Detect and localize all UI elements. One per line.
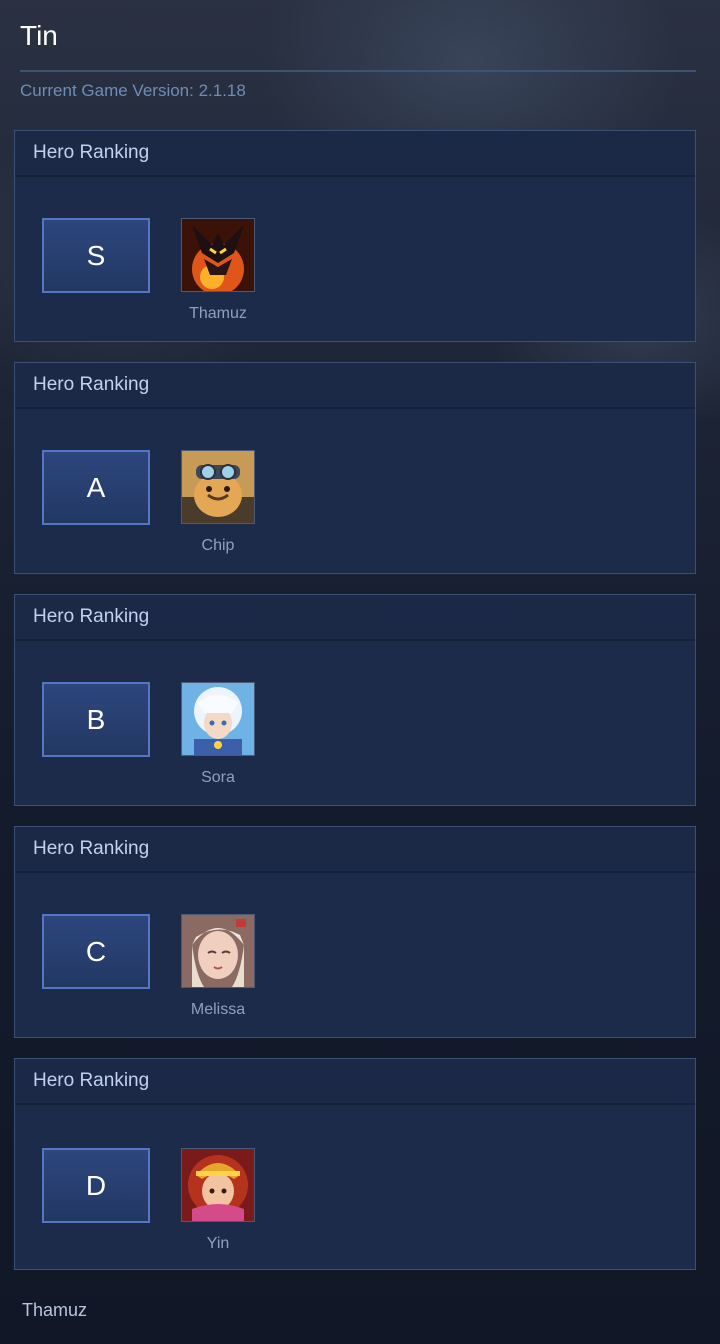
- yin-portrait-art: [182, 1149, 254, 1221]
- hero-entry-melissa[interactable]: Melissa: [181, 914, 255, 1020]
- hero-name: Yin: [206, 1235, 230, 1252]
- card-header: Hero Ranking: [15, 1059, 695, 1105]
- chip-portrait-art: [182, 451, 254, 523]
- page-header: Tin: [20, 20, 696, 52]
- hero-name: Sora: [201, 769, 235, 786]
- hero-name: Thamuz: [189, 305, 247, 322]
- header-divider: [20, 70, 696, 72]
- tier-badge-c: C: [42, 914, 150, 989]
- hero-portrait-thamuz[interactable]: [181, 218, 255, 292]
- game-version-label: Current Game Version: 2.1.18: [20, 81, 246, 100]
- ranking-card-c: Hero Ranking C Melissa: [14, 826, 696, 1038]
- tier-badge-s: S: [42, 218, 150, 293]
- tier-badge-a: A: [42, 450, 150, 525]
- sora-portrait-art: [182, 683, 254, 755]
- card-header: Hero Ranking: [15, 595, 695, 641]
- hero-portrait-sora[interactable]: [181, 682, 255, 756]
- hero-entry-sora[interactable]: Sora: [181, 682, 255, 788]
- card-header: Hero Ranking: [15, 131, 695, 177]
- hero-name: Melissa: [190, 1001, 246, 1018]
- card-header: Hero Ranking: [15, 363, 695, 409]
- footer-selected-hero: Thamuz: [22, 1300, 88, 1320]
- hero-portrait-chip[interactable]: [181, 450, 255, 524]
- card-header: Hero Ranking: [15, 827, 695, 873]
- hero-entry-thamuz[interactable]: Thamuz: [181, 218, 255, 324]
- hero-entry-yin[interactable]: Yin: [181, 1148, 255, 1254]
- hero-portrait-melissa[interactable]: [181, 914, 255, 988]
- hero-name: Chip: [201, 537, 235, 554]
- hero-entry-chip[interactable]: Chip: [181, 450, 255, 556]
- thamuz-portrait-art: [182, 219, 254, 291]
- hero-portrait-yin[interactable]: [181, 1148, 255, 1222]
- page-title: Tin: [20, 20, 58, 51]
- tier-badge-d: D: [42, 1148, 150, 1223]
- melissa-portrait-art: [182, 915, 254, 987]
- ranking-card-b: Hero Ranking B Sora: [14, 594, 696, 806]
- ranking-card-s: Hero Ranking S Thamuz: [14, 130, 696, 342]
- ranking-card-d: Hero Ranking D Yin: [14, 1058, 696, 1270]
- tier-badge-b: B: [42, 682, 150, 757]
- ranking-card-a: Hero Ranking A Chip: [14, 362, 696, 574]
